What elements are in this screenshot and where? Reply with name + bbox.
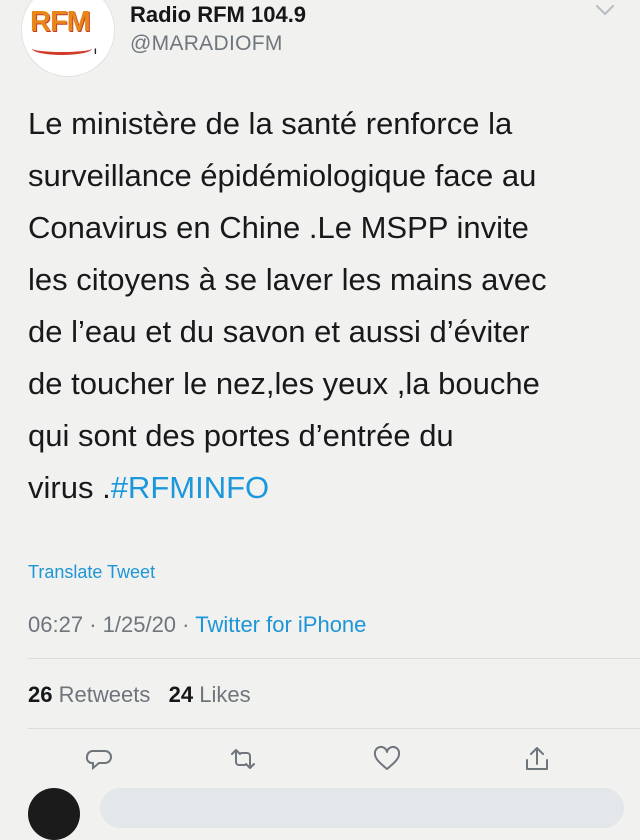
tweet-line: de toucher le nez,les yeux ,la bouche (28, 366, 540, 401)
retweets-stat[interactable]: 26 Retweets (28, 682, 150, 707)
tweet-line: virus . (28, 470, 111, 505)
heart-icon[interactable] (372, 744, 402, 774)
engagement-stats: 26 Retweets 24 Likes (28, 682, 251, 708)
retweet-icon[interactable] (228, 744, 258, 774)
user-avatar[interactable] (28, 788, 80, 840)
retweets-count: 26 (28, 682, 53, 707)
divider (28, 728, 640, 729)
meta-separator: · (89, 612, 97, 637)
reply-icon[interactable] (84, 744, 114, 774)
hashtag-link[interactable]: #RFMINFO (111, 470, 269, 505)
tweet-line: Le ministère de la santé renforce la (28, 106, 513, 141)
tweet-line: surveillance épidémiologique face au (28, 158, 537, 193)
account-handle[interactable]: @MARADIOFM (130, 32, 283, 56)
tweet-text: Le ministère de la santé renforce la sur… (28, 98, 628, 514)
meta-separator: · (182, 612, 190, 637)
tweet-actions (0, 744, 640, 784)
chevron-down-icon[interactable] (594, 2, 616, 18)
likes-stat[interactable]: 24 Likes (169, 682, 251, 707)
translate-tweet-link[interactable]: Translate Tweet (28, 562, 155, 583)
tweet-date: 1/25/20 (102, 612, 177, 637)
tweet-line: de l’eau et du savon et aussi d’éviter (28, 314, 530, 349)
avatar-logo-swoosh (32, 42, 92, 55)
share-icon[interactable] (522, 744, 552, 774)
tweet-meta: 06:27 · 1/25/20 · Twitter for iPhone (28, 612, 366, 638)
avatar-logo-text: RFM (30, 6, 91, 38)
likes-label: Likes (199, 682, 251, 707)
tweet-source-link[interactable]: Twitter for iPhone (195, 612, 366, 637)
avatar-logo-mark: ı (94, 46, 97, 57)
reply-input[interactable] (100, 788, 624, 828)
account-name[interactable]: Radio RFM 104.9 (130, 2, 306, 28)
tweet-line: qui sont des portes d’entrée du (28, 418, 454, 453)
account-avatar[interactable]: RFM ı (22, 0, 114, 76)
tweet-line: Conavirus en Chine .Le MSPP invite (28, 210, 529, 245)
tweet-line: les citoyens à se laver les mains avec (28, 262, 547, 297)
tweet-time: 06:27 (28, 612, 84, 637)
divider (28, 658, 640, 659)
likes-count: 24 (168, 682, 194, 707)
retweets-label: Retweets (58, 682, 151, 707)
